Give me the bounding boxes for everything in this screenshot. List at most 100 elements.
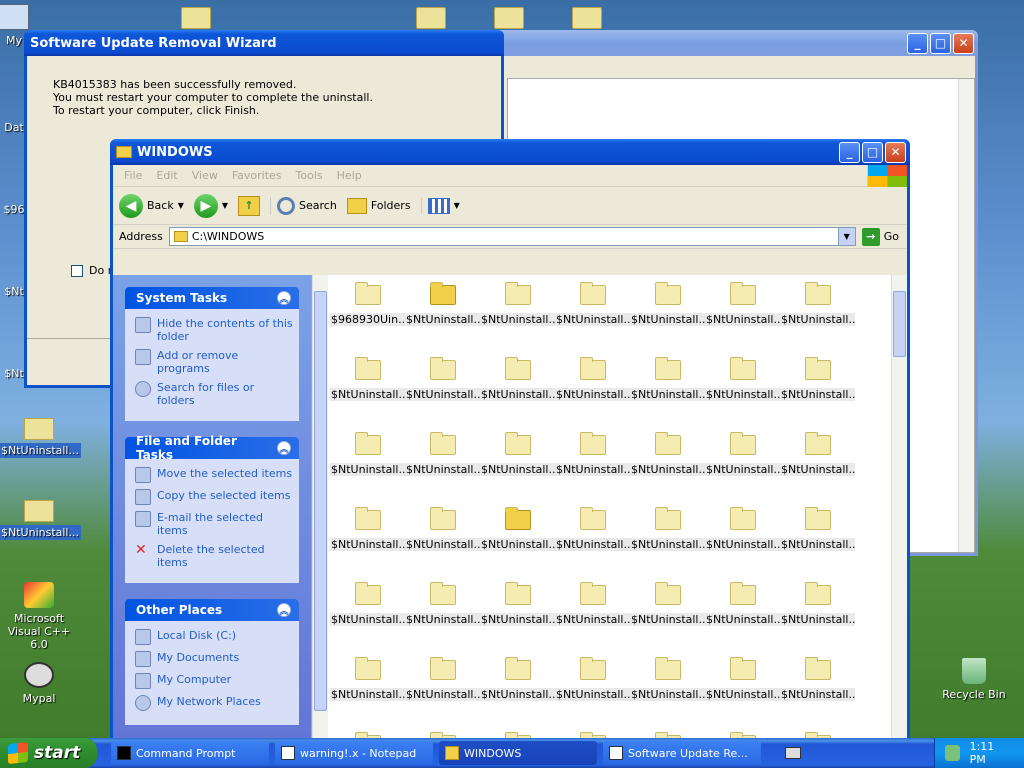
wizard-titlebar[interactable]: Software Update Removal Wizard — [24, 30, 504, 56]
menu-favorites[interactable]: Favorites — [225, 169, 289, 182]
folder-item[interactable]: $NtUninstall... — [555, 579, 630, 626]
folder-item[interactable]: $NtUninstall... — [780, 654, 855, 701]
folder-item[interactable]: $NtUninstall... — [405, 579, 480, 626]
folder-item[interactable]: $NtUninstall... — [630, 354, 705, 401]
folder-item[interactable]: $NtUninstall... — [555, 504, 630, 551]
folder-item[interactable]: $NtUninstall... — [555, 279, 630, 326]
folder-item[interactable]: $NtUninstall... — [780, 279, 855, 326]
folder-item[interactable]: $NtUninstall... — [630, 429, 705, 476]
desktop-icon-visual-cpp[interactable]: Microsoft Visual C++ 6.0 — [0, 582, 79, 652]
folder-item[interactable]: $NtUninstall... — [480, 579, 555, 626]
other-places-header[interactable]: Other Places ︽ — [125, 599, 299, 621]
task-email[interactable]: E-mail the selected items — [135, 511, 293, 537]
menu-help[interactable]: Help — [330, 169, 369, 182]
folder-item[interactable]: $NtUninstall... — [705, 279, 780, 326]
wizard-checkbox-row[interactable]: Do n — [71, 264, 115, 277]
start-button[interactable]: start — [0, 738, 97, 768]
taskbar-item-notepad[interactable]: warning!.x - Notepad — [275, 741, 433, 765]
folder-item[interactable]: $NtUninstall... — [555, 429, 630, 476]
menu-tools[interactable]: Tools — [289, 169, 330, 182]
folder-item[interactable]: $NtUninstall... — [705, 504, 780, 551]
desktop-icon-ntuninstall-2[interactable]: $NtUninstall... — [0, 500, 81, 540]
folder-item[interactable]: $NtUninstall... — [705, 654, 780, 701]
taskbar-item-command-prompt[interactable]: Command Prompt — [111, 741, 269, 765]
address-dropdown-icon[interactable]: ▼ — [837, 228, 855, 245]
up-button[interactable]: ↑ — [238, 195, 261, 216]
keyboard-icon[interactable] — [785, 747, 801, 759]
folder-item[interactable]: $NtUninstall... — [480, 429, 555, 476]
menu-edit[interactable]: Edit — [149, 169, 184, 182]
maximize-button[interactable]: □ — [930, 32, 951, 54]
collapse-chevron-icon[interactable]: ︽ — [277, 441, 291, 455]
task-hide-contents[interactable]: Hide the contents of this folder — [135, 317, 293, 343]
close-button[interactable]: ✕ — [953, 32, 974, 54]
desktop-folder-icon[interactable] — [181, 7, 211, 29]
desktop-folder-icon[interactable] — [494, 7, 524, 29]
taskbar-item-windows[interactable]: WINDOWS — [439, 741, 597, 765]
maximize-button[interactable]: □ — [862, 141, 883, 163]
folder-item[interactable]: $NtUninstall... — [405, 429, 480, 476]
collapse-chevron-icon[interactable]: ︽ — [277, 291, 291, 305]
folder-item[interactable]: $NtUninstall... — [780, 354, 855, 401]
folder-item[interactable]: $NtUninstall... — [555, 354, 630, 401]
explorer-window[interactable]: WINDOWS _ □ ✕ File Edit View Favorites T… — [110, 139, 910, 742]
go-button[interactable]: → Go — [861, 227, 899, 246]
chevron-down-icon[interactable]: ▼ — [222, 201, 228, 210]
left-splitter-scrollbar[interactable] — [312, 275, 328, 739]
folders-button[interactable]: Folders — [346, 197, 411, 214]
place-my-documents[interactable]: My Documents — [135, 651, 293, 667]
folder-item[interactable]: $NtUninstall... — [330, 429, 405, 476]
system-tasks-header[interactable]: System Tasks ︽ — [125, 287, 299, 309]
menu-file[interactable]: File — [117, 169, 149, 182]
folder-item[interactable]: $NtUninstall... — [630, 654, 705, 701]
desktop-icon-recycle-bin[interactable]: Recycle Bin — [934, 658, 1014, 702]
folder-item[interactable]: $NtUninstall... — [330, 579, 405, 626]
back-button[interactable]: ◀ Back ▼ — [119, 193, 184, 218]
folder-item[interactable]: $NtUninstall... — [705, 429, 780, 476]
scroll-thumb[interactable] — [893, 291, 906, 357]
folder-item[interactable]: $NtUninstall... — [705, 579, 780, 626]
place-my-computer[interactable]: My Computer — [135, 673, 293, 689]
folder-item[interactable]: $NtUninstall... — [480, 279, 555, 326]
explorer-titlebar[interactable]: WINDOWS _ □ ✕ — [110, 139, 910, 165]
safely-remove-icon[interactable] — [945, 745, 960, 761]
checkbox[interactable] — [71, 264, 83, 277]
file-folder-tasks-header[interactable]: File and Folder Tasks ︽ — [125, 434, 299, 462]
task-delete[interactable]: ✕ Delete the selected items — [135, 543, 293, 569]
desktop-folder-icon[interactable] — [572, 7, 602, 29]
folder-item[interactable]: $NtUninstall... — [780, 579, 855, 626]
taskbar-item-software-update[interactable]: Software Update Re... — [603, 741, 761, 765]
folder-item[interactable]: $NtUninstall... — [780, 504, 855, 551]
address-input[interactable]: C:\WINDOWS ▼ — [168, 227, 856, 246]
folder-item[interactable]: $NtUninstall... — [705, 354, 780, 401]
folder-item[interactable]: $NtUninstall... — [330, 504, 405, 551]
minimize-button[interactable]: _ — [839, 141, 860, 163]
folder-item[interactable]: $NtUninstall... — [480, 654, 555, 701]
place-local-disk[interactable]: Local Disk (C:) — [135, 629, 293, 645]
background-window-titlebar[interactable]: _ □ ✕ — [440, 30, 978, 56]
folder-item[interactable]: $NtUninstall... — [630, 504, 705, 551]
folder-item[interactable]: $NtUninstall... — [630, 279, 705, 326]
collapse-chevron-icon[interactable]: ︽ — [277, 603, 291, 617]
task-move[interactable]: Move the selected items — [135, 467, 293, 483]
folder-item[interactable]: $NtUninstall... — [780, 429, 855, 476]
place-network[interactable]: My Network Places — [135, 695, 293, 711]
scroll-thumb[interactable] — [314, 291, 327, 711]
vertical-scrollbar[interactable] — [891, 275, 907, 739]
clock[interactable]: 1:11 PM — [970, 740, 1010, 766]
close-button[interactable]: ✕ — [885, 141, 906, 163]
folder-item[interactable]: $NtUninstall... — [405, 504, 480, 551]
vertical-scrollbar[interactable] — [958, 79, 974, 552]
search-button[interactable]: Search — [270, 196, 337, 215]
chevron-down-icon[interactable]: ▼ — [178, 201, 184, 210]
folder-item[interactable]: $NtUninstall... — [405, 354, 480, 401]
minimize-button[interactable]: _ — [907, 32, 928, 54]
desktop-icon-ntuninstall-1[interactable]: $NtUninstall... — [0, 418, 81, 458]
desktop-icon-mypal[interactable]: Mypal — [0, 662, 79, 706]
task-search-files[interactable]: Search for files or folders — [135, 381, 293, 407]
folder-item[interactable]: $NtUninstall... — [480, 504, 555, 551]
folder-item[interactable]: $NtUninstall... — [480, 354, 555, 401]
folder-item[interactable]: $NtUninstall... — [330, 354, 405, 401]
forward-button[interactable]: ▶ ▼ — [193, 193, 228, 218]
folder-item[interactable]: $968930Uin... — [330, 279, 405, 326]
